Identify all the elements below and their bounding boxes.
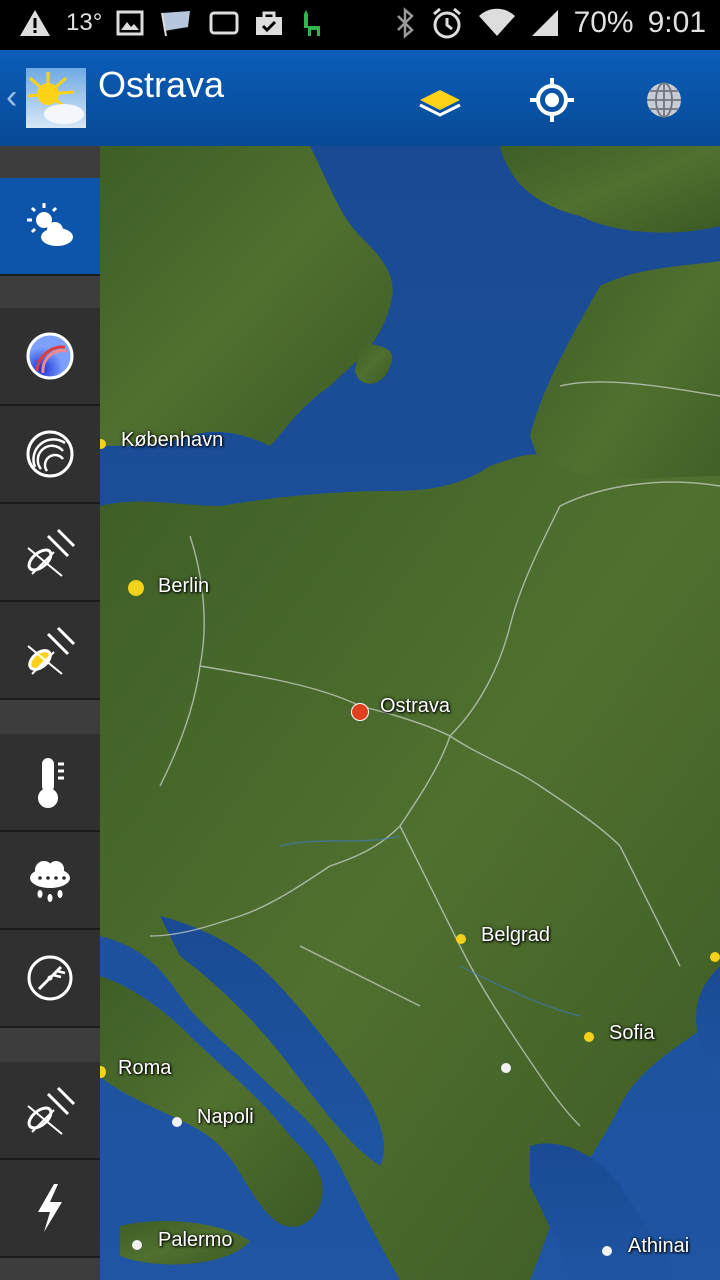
radar-color-icon — [26, 332, 74, 380]
screen-icon — [209, 11, 239, 35]
globe-icon[interactable] — [640, 76, 688, 124]
sidebar-spacer — [0, 146, 100, 178]
status-bar: 13° 70% 9:01 — [0, 0, 720, 50]
thermometer-icon — [38, 758, 64, 808]
city-label: Belgrad — [481, 924, 550, 946]
city-label: Palermo — [158, 1229, 233, 1251]
sidebar-item-satellite[interactable] — [0, 504, 100, 602]
back-chevron-icon[interactable]: ‹ — [6, 78, 17, 117]
sidebar-spacer — [0, 1258, 100, 1280]
signal-icon — [531, 10, 558, 36]
satellite-color-icon — [27, 626, 76, 675]
sidebar-item-satellite-alt[interactable] — [0, 1062, 100, 1160]
city-label: Roma — [118, 1057, 172, 1079]
city-label: Ostrava — [380, 695, 451, 717]
weather-map[interactable]: København Berlin Ostrava Belgrad Sofia R… — [100, 146, 720, 1280]
app-logo-icon[interactable] — [26, 68, 86, 128]
radar-icon — [26, 430, 74, 478]
page-title: Ostrava — [98, 64, 225, 105]
city-marker-unlabeled[interactable] — [501, 1063, 511, 1073]
sidebar-item-lightning[interactable] — [0, 1160, 100, 1258]
warning-icon — [20, 10, 50, 36]
city-label: Athinai — [628, 1235, 690, 1257]
city-marker — [456, 934, 466, 944]
sidebar-item-precipitation[interactable] — [0, 832, 100, 930]
wind-gauge-icon — [27, 955, 73, 1001]
city-marker — [132, 1240, 142, 1250]
sidebar-item-temperature[interactable] — [0, 734, 100, 832]
sidebar-item-weather[interactable] — [0, 178, 100, 276]
bluetooth-icon — [396, 7, 414, 39]
city-label: Sofia — [609, 1022, 655, 1044]
sidebar-spacer — [0, 700, 100, 734]
satellite-alt-icon — [27, 1086, 76, 1135]
llama-icon — [304, 10, 321, 36]
rain-cloud-icon — [30, 861, 70, 902]
weather-sun-cloud-icon — [27, 203, 73, 246]
clock-text: 9:01 — [647, 6, 706, 39]
wifi-icon — [478, 8, 515, 37]
city-label: København — [121, 429, 224, 451]
app-bar: ‹ Ostrava — [0, 50, 720, 146]
city-marker-unlabeled[interactable] — [710, 952, 720, 962]
layers-icon[interactable] — [416, 76, 464, 124]
sidebar — [0, 146, 100, 1280]
flag-icon — [161, 11, 191, 37]
city-marker — [172, 1117, 182, 1127]
city-label: Berlin — [158, 575, 210, 597]
city-marker — [584, 1032, 594, 1042]
city-marker — [128, 580, 144, 596]
sidebar-item-wind[interactable] — [0, 930, 100, 1028]
sidebar-item-satellite-color[interactable] — [0, 602, 100, 700]
temperature-text: 13° — [66, 9, 103, 36]
city-marker-selected — [352, 704, 368, 720]
sidebar-item-radar[interactable] — [0, 406, 100, 504]
alarm-icon — [432, 7, 461, 39]
shopping-bag-icon — [256, 11, 283, 35]
satellite-icon — [27, 528, 76, 577]
lightning-icon — [38, 1184, 62, 1232]
location-crosshair-icon[interactable] — [528, 76, 576, 124]
city-label: Napoli — [197, 1106, 254, 1128]
image-icon — [116, 10, 144, 36]
city-marker — [602, 1246, 612, 1256]
sidebar-item-radar-color[interactable] — [0, 308, 100, 406]
battery-text: 70% — [573, 6, 634, 39]
sidebar-spacer — [0, 1028, 100, 1062]
sidebar-spacer — [0, 276, 100, 308]
